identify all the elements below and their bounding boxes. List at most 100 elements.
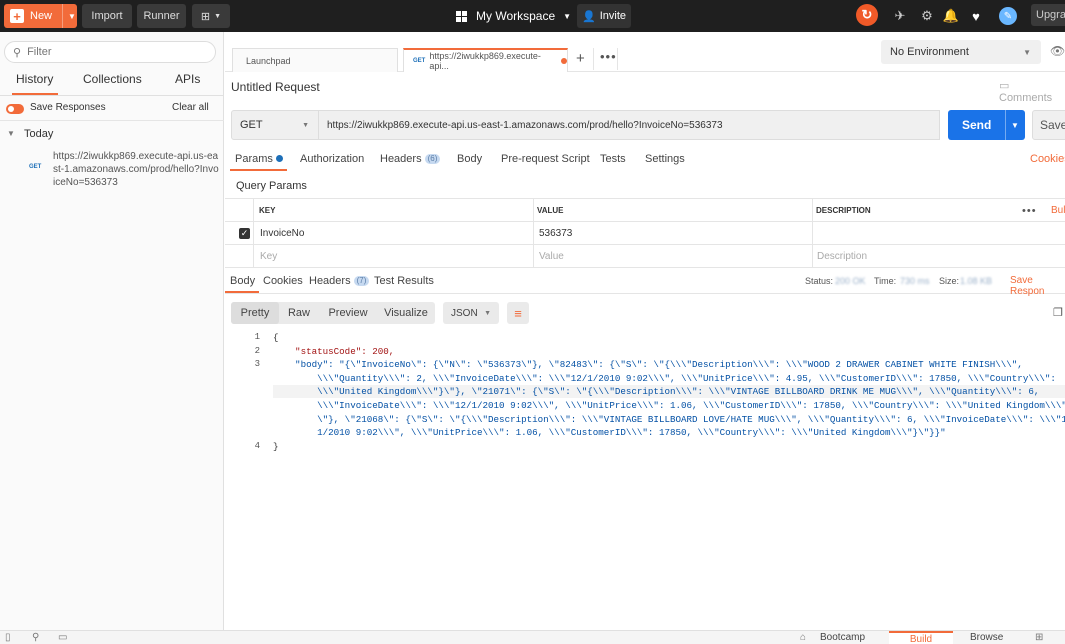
- table-header-row: KEY VALUE DESCRIPTION ••• Bul: [225, 199, 1065, 222]
- tab-history[interactable]: History: [11, 72, 59, 95]
- filter-field[interactable]: ⚲: [4, 41, 216, 63]
- tab-response-body[interactable]: Body: [224, 275, 260, 293]
- cookies-link[interactable]: Cookies: [1030, 153, 1065, 165]
- tab-response-cookies[interactable]: Cookies: [263, 275, 303, 287]
- invite-label: Invite: [599, 10, 626, 22]
- time-label: Time:: [874, 276, 897, 286]
- description-placeholder[interactable]: Description: [817, 245, 867, 268]
- environment-selector[interactable]: No Environment ▼: [881, 40, 1041, 64]
- tab-request[interactable]: GET https://2iwukkp869.execute-api...: [403, 48, 568, 72]
- size-value: 1.08 KB: [960, 276, 993, 286]
- add-tab-icon[interactable]: +: [576, 50, 585, 67]
- params-indicator-icon: [275, 155, 283, 162]
- format-select[interactable]: JSON ▼: [443, 302, 499, 324]
- comments-button[interactable]: ▭ Comments: [999, 79, 1065, 104]
- table-row-empty: Key Value Description: [225, 245, 1065, 268]
- send-button[interactable]: Send ▼: [948, 110, 1025, 140]
- search-icon: ⚲: [13, 46, 22, 59]
- url-text: https://2iwukkp869.execute-api.us-east-1…: [327, 119, 723, 131]
- code-line: \\\"InvoiceDate\\\": \\\"12/1/2010 9:02\…: [273, 400, 1065, 411]
- view-raw-button[interactable]: Raw: [281, 302, 317, 324]
- copy-icon[interactable]: ❐: [1053, 306, 1063, 319]
- main-panel: Launchpad GET https://2iwukkp869.execute…: [224, 32, 1065, 630]
- chevron-down-icon[interactable]: ▼: [68, 12, 76, 21]
- new-window-button[interactable]: ⊞ ▼: [192, 4, 230, 28]
- tab-test-results[interactable]: Test Results: [374, 275, 434, 287]
- settings-icon[interactable]: ⚙: [919, 8, 935, 24]
- view-pretty-button[interactable]: Pretty: [231, 302, 279, 324]
- runner-button[interactable]: Runner: [137, 4, 186, 28]
- new-window-icon: ⊞: [200, 10, 211, 23]
- format-label: JSON: [451, 307, 478, 319]
- method-select[interactable]: GET ▼: [231, 110, 319, 140]
- status-bar: ▯ ⚲ ▭ ⌂ Bootcamp Build Browse ⊞: [0, 630, 1065, 644]
- tab-headers[interactable]: Headers (6): [380, 153, 441, 165]
- filter-input[interactable]: [27, 46, 198, 58]
- upgrade-button[interactable]: Upgrade: [1031, 4, 1065, 26]
- chevron-down-icon: ▼: [484, 309, 491, 317]
- tab-collections[interactable]: Collections: [83, 72, 142, 94]
- tab-tests[interactable]: Tests: [600, 153, 626, 165]
- wrap-lines-icon[interactable]: ≡: [507, 302, 529, 324]
- tab-authorization[interactable]: Authorization: [300, 153, 364, 165]
- workspace-grid-icon: [456, 10, 467, 22]
- invite-button[interactable]: 👤 Invite: [577, 4, 631, 28]
- environment-label: No Environment: [890, 46, 969, 58]
- chevron-down-icon[interactable]: ▼: [1011, 121, 1019, 130]
- find-icon[interactable]: ⚲: [32, 632, 39, 643]
- unsaved-dot-icon: [561, 58, 567, 64]
- more-options-icon[interactable]: •••: [1022, 199, 1037, 222]
- param-key[interactable]: InvoiceNo: [260, 222, 304, 245]
- browse-mode-button[interactable]: Browse: [970, 632, 1003, 643]
- tab-launchpad[interactable]: Launchpad: [232, 48, 398, 72]
- save-responses-toggle[interactable]: [6, 104, 24, 114]
- avatar[interactable]: ✎: [999, 7, 1017, 25]
- tab-settings[interactable]: Settings: [645, 153, 685, 165]
- key-placeholder[interactable]: Key: [260, 245, 277, 268]
- query-params-label: Query Params: [236, 180, 307, 192]
- workspace-selector[interactable]: My Workspace ▼: [456, 0, 571, 32]
- import-button[interactable]: Import: [82, 4, 132, 28]
- code-line: }: [273, 440, 279, 452]
- heart-icon[interactable]: ♥: [968, 8, 984, 24]
- value-placeholder[interactable]: Value: [539, 245, 564, 268]
- tab-pre-request-script[interactable]: Pre-request Script: [501, 153, 590, 165]
- eye-icon[interactable]: 👁: [1050, 44, 1065, 58]
- new-button-label: New: [30, 10, 53, 22]
- save-button[interactable]: Save: [1032, 110, 1065, 140]
- bootcamp-icon: ⌂: [800, 632, 807, 643]
- params-table: KEY VALUE DESCRIPTION ••• Bul ✓ InvoiceN…: [225, 198, 1065, 268]
- sidebar: ⚲ History Collections APIs Save Response…: [0, 32, 224, 630]
- caret-down-icon[interactable]: ▼: [7, 129, 15, 138]
- tab-params[interactable]: Params: [230, 153, 287, 171]
- param-enabled-checkbox[interactable]: ✓: [239, 228, 250, 239]
- line-number: 1: [254, 332, 260, 342]
- save-response-button[interactable]: Save Respon: [1010, 275, 1065, 297]
- sync-icon[interactable]: ↻: [856, 4, 878, 26]
- more-tabs-icon[interactable]: •••: [600, 49, 617, 64]
- bulk-edit-link[interactable]: Bul: [1051, 199, 1065, 222]
- new-button[interactable]: + New ▼: [4, 4, 77, 28]
- code-line: 1/2010 9:02\\\", \\\"UnitPrice\\\": 1.06…: [273, 427, 946, 439]
- view-preview-button[interactable]: Preview: [325, 302, 371, 324]
- bootcamp-link[interactable]: Bootcamp: [820, 632, 865, 643]
- response-body-code[interactable]: 1 { 2 "statusCode": 200, 3 "body": "{\"I…: [225, 331, 1065, 471]
- param-value[interactable]: 536373: [539, 222, 572, 245]
- request-tabs: Params Authorization Headers (6) Body Pr…: [225, 148, 1065, 172]
- column-header-description: DESCRIPTION: [816, 206, 871, 215]
- tab-apis[interactable]: APIs: [175, 72, 200, 94]
- time-value: 730 ms: [900, 276, 930, 286]
- two-pane-icon[interactable]: ⊞: [1035, 632, 1043, 643]
- clear-all-button[interactable]: Clear all: [172, 102, 209, 113]
- satellite-icon[interactable]: ✈: [892, 8, 908, 24]
- request-title: Untitled Request: [231, 80, 320, 94]
- tab-response-headers[interactable]: Headers (7): [309, 275, 370, 287]
- view-visualize-button[interactable]: Visualize: [380, 302, 432, 324]
- url-input[interactable]: https://2iwukkp869.execute-api.us-east-1…: [319, 110, 940, 140]
- console-icon[interactable]: ▭: [58, 632, 67, 643]
- sidebar-toggle-icon[interactable]: ▯: [5, 632, 11, 643]
- tab-body[interactable]: Body: [457, 153, 482, 165]
- notification-bell-icon[interactable]: 🔔: [943, 8, 959, 24]
- chevron-down-icon: ▼: [1023, 47, 1031, 57]
- build-mode-button[interactable]: Build: [889, 631, 953, 644]
